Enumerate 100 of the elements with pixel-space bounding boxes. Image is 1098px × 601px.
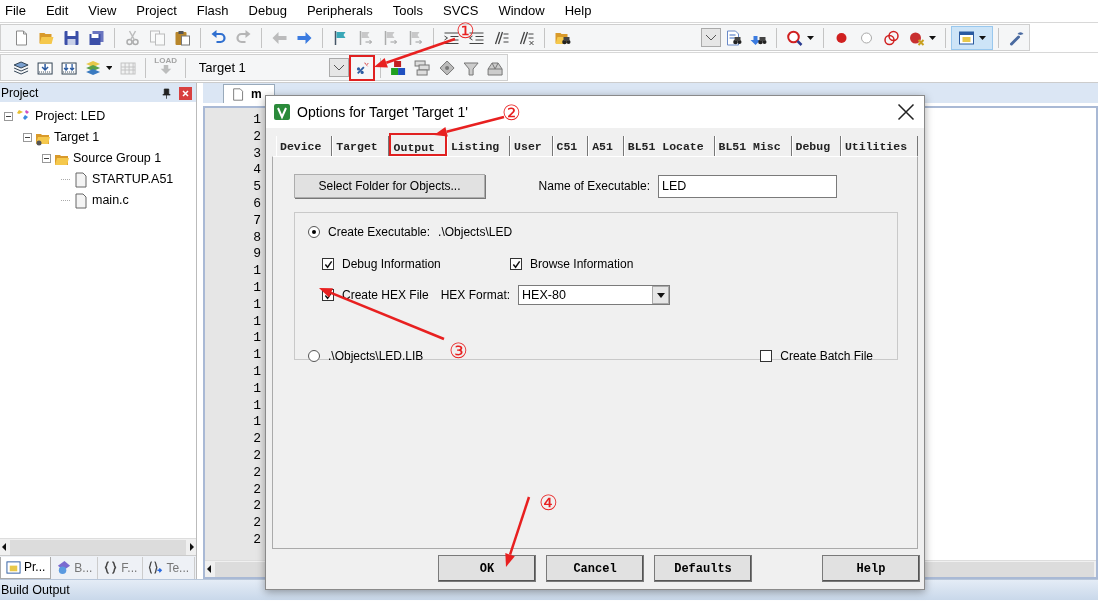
scroll-left-icon[interactable] [205, 565, 213, 573]
chevron-down-icon [706, 34, 716, 41]
editor-tab[interactable]: m [223, 84, 275, 103]
scroll-right-icon[interactable] [188, 543, 196, 551]
collapse-icon[interactable] [42, 154, 51, 163]
caret-icon[interactable] [929, 35, 936, 40]
dialog-tab[interactable]: Output [388, 133, 447, 156]
dropdown-button[interactable] [701, 28, 721, 47]
dialog-button[interactable]: Help [822, 555, 920, 582]
checkbox[interactable] [510, 258, 522, 270]
line-number: 5 [252, 179, 261, 196]
collapse-icon[interactable] [23, 133, 32, 142]
close-icon[interactable] [896, 102, 916, 122]
line-number: 2 [252, 447, 261, 465]
executable-name-field[interactable]: LED [658, 174, 837, 198]
line-number: 2 [252, 481, 261, 499]
menu-item[interactable]: Tools [392, 1, 423, 21]
tree-item[interactable]: Target 1 [54, 128, 100, 147]
line-number: 2 [252, 498, 261, 516]
tree-item[interactable]: Source Group 1 [73, 149, 162, 168]
caret-icon [656, 292, 665, 298]
line-number: 2 [252, 464, 261, 482]
line-number: 1 [252, 397, 261, 415]
line-number: 1 [252, 279, 261, 297]
checkbox[interactable] [322, 258, 334, 270]
file-icon [232, 86, 245, 102]
app-icon [274, 104, 290, 120]
window-layout-button[interactable] [951, 25, 993, 50]
menu-item[interactable]: View [88, 1, 117, 21]
radio-button[interactable] [308, 226, 320, 238]
step-number: ① [456, 20, 475, 41]
tree-item[interactable]: Project: LED [35, 107, 106, 126]
line-number: 4 [252, 162, 261, 180]
panel-tab[interactable]: Pr... [0, 556, 52, 579]
dialog-tab[interactable]: User [510, 136, 553, 156]
caret-icon[interactable] [979, 35, 986, 40]
line-number: 7 [252, 212, 261, 230]
annotation-arrow [505, 496, 531, 567]
menu-item[interactable]: Debug [248, 1, 287, 21]
line-number: 1 [252, 414, 261, 432]
caret-icon[interactable] [807, 35, 814, 40]
scroll-left-icon[interactable] [0, 543, 8, 551]
chevron-down-icon [334, 64, 344, 71]
tree-item[interactable]: STARTUP.A51 [92, 170, 174, 189]
panel-tab[interactable]: F... [98, 556, 144, 579]
menu-item[interactable]: Edit [45, 1, 69, 21]
dialog-tab[interactable]: Debug [791, 136, 841, 156]
dialog-button[interactable]: Cancel [546, 555, 644, 582]
dialog-tab[interactable]: A51 [588, 136, 624, 156]
select-folder-button[interactable]: Select Folder for Objects... [294, 174, 485, 198]
output-path: .\Objects\LED [438, 224, 513, 241]
panel-title: Build Output [1, 581, 70, 599]
dropdown-button[interactable] [652, 286, 670, 304]
caret-icon[interactable] [105, 65, 113, 70]
line-number: 1 [252, 313, 261, 331]
pin-icon[interactable] [162, 87, 171, 99]
dialog-tab[interactable]: BL51 Locate [623, 136, 715, 156]
dialog-tab[interactable]: BL51 Misc [714, 136, 792, 156]
dialog-tab[interactable]: Utilities [840, 136, 918, 156]
menu-item[interactable]: Peripherals [306, 1, 373, 21]
menu-item[interactable]: File [5, 1, 26, 21]
file-icon [73, 171, 89, 188]
menu-item[interactable]: SVCS [443, 1, 479, 21]
menu-item[interactable]: Flash [196, 1, 229, 21]
dialog-tab[interactable]: Target [332, 136, 389, 156]
checkbox[interactable] [760, 350, 773, 362]
collapse-icon[interactable] [4, 112, 13, 121]
radio-button[interactable] [308, 350, 320, 362]
down-arrow-icon [159, 64, 172, 74]
hex-format-select[interactable]: HEX-80 [518, 285, 671, 305]
book-icon [56, 560, 72, 575]
line-number: 2 [252, 515, 261, 532]
dropdown-button[interactable] [329, 58, 349, 77]
step-number: ② [502, 102, 521, 123]
line-number: 8 [252, 229, 261, 247]
line-number: 1 [252, 330, 261, 348]
menu-item[interactable]: Window [498, 1, 545, 21]
project-window-icon [6, 559, 21, 575]
checkbox-label: Create HEX File [342, 287, 429, 304]
panel-tab[interactable]: B... [51, 556, 99, 579]
checkbox-label: Browse Information [530, 256, 634, 273]
dialog-tab[interactable]: C51 [552, 136, 589, 156]
dialog-button[interactable]: Defaults [654, 555, 752, 582]
line-number: 9 [252, 246, 261, 264]
file-icon [73, 192, 89, 209]
menu-item[interactable]: Help [564, 1, 592, 21]
scrollbar-thumb[interactable] [10, 539, 186, 555]
field-label: HEX Format: [440, 287, 511, 304]
line-number: 1 [252, 380, 261, 398]
dialog-tab[interactable]: Device [276, 136, 333, 156]
template-icon [148, 560, 164, 575]
target-select[interactable]: Target 1 [190, 57, 349, 78]
line-number: 2 [252, 128, 261, 146]
dialog-tab[interactable]: Listing [446, 136, 511, 156]
panel-tab[interactable]: Te... [143, 556, 196, 579]
dialog-button[interactable]: OK [438, 555, 536, 582]
menu-item[interactable]: Project [136, 1, 177, 21]
checkbox-label: Debug Information [342, 256, 441, 273]
tree-item[interactable]: main.c [92, 191, 129, 210]
line-number: 1 [252, 347, 261, 364]
